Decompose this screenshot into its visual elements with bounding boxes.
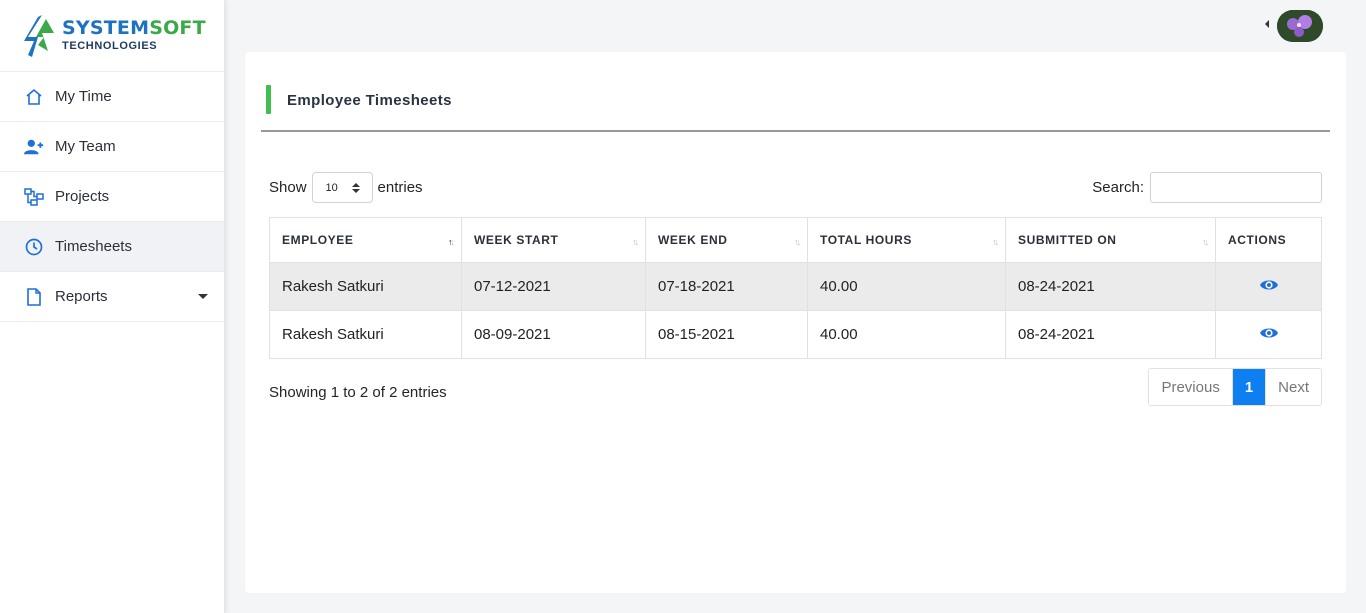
search-input[interactable]: [1150, 172, 1322, 203]
logo-bolt-icon: [24, 14, 54, 57]
caret-left-icon[interactable]: [1265, 20, 1269, 28]
clock-icon: [24, 237, 44, 257]
column-header-actions: ACTIONS: [1215, 217, 1322, 263]
timesheets-card: Employee Timesheets Show 10 entries Sear…: [245, 52, 1346, 593]
cell-actions: [1215, 310, 1322, 359]
chevron-down-icon[interactable]: [198, 294, 208, 299]
sidebar-item-label: Reports: [55, 288, 108, 305]
search-control: Search:: [1092, 172, 1322, 203]
card-header: Employee Timesheets: [261, 82, 1330, 132]
brand-subtitle: TECHNOLOGIES: [62, 40, 158, 52]
brand-name-part2: SOFT: [149, 17, 206, 39]
next-button[interactable]: Next: [1265, 369, 1321, 405]
sort-icon: ↑↓: [992, 237, 999, 247]
previous-button[interactable]: Previous: [1149, 369, 1232, 405]
brand-name-part1: SYSTEM: [62, 17, 150, 39]
cell-submitted-on: 08-24-2021: [1005, 262, 1216, 311]
sidebar: SYSTEMSOFT TECHNOLOGIES My Time My Team …: [0, 0, 225, 613]
table-header-row: EMPLOYEE ↑↓ WEEK START ↑↓ WEEK END ↑↓ TOTAL…: [269, 217, 1322, 263]
eye-icon[interactable]: [1259, 278, 1279, 292]
sort-icon: ↑↓: [1202, 237, 1209, 247]
home-icon: [24, 87, 44, 107]
page-length-control: Show 10 entries: [269, 172, 423, 203]
top-bar: [226, 0, 1366, 52]
cell-actions: [1215, 262, 1322, 311]
table-row: Rakesh Satkuri 08-09-2021 08-15-2021 40.…: [269, 310, 1322, 359]
cell-employee: Rakesh Satkuri: [269, 262, 462, 311]
column-header-week-start[interactable]: WEEK START ↑↓: [461, 217, 646, 263]
page-1-button[interactable]: 1: [1231, 369, 1266, 405]
user-avatar[interactable]: [1277, 10, 1323, 42]
sidebar-item-label: My Time: [55, 88, 112, 105]
column-header-submitted-on[interactable]: SUBMITTED ON ↑↓: [1005, 217, 1216, 263]
sidebar-item-label: Projects: [55, 188, 110, 205]
column-header-employee[interactable]: EMPLOYEE ↑↓: [269, 217, 462, 263]
sort-icon: ↑↓: [632, 237, 639, 247]
timesheets-table: EMPLOYEE ↑↓ WEEK START ↑↓ WEEK END ↑↓ TOTAL…: [269, 217, 1322, 359]
sidebar-item-label: Timesheets: [55, 238, 132, 255]
column-header-week-end[interactable]: WEEK END ↑↓: [645, 217, 808, 263]
page-title: Employee Timesheets: [287, 92, 452, 109]
pagination: Previous 1 Next: [1148, 368, 1322, 406]
table-info: Showing 1 to 2 of 2 entries: [269, 384, 447, 401]
sidebar-item-timesheets[interactable]: Timesheets: [0, 222, 224, 272]
cell-week-end: 08-15-2021: [645, 310, 808, 359]
sort-asc-icon: ↑↓: [448, 237, 455, 247]
search-label: Search:: [1092, 179, 1144, 196]
cell-submitted-on: 08-24-2021: [1005, 310, 1216, 359]
show-label: Show: [269, 179, 307, 196]
brand-logo[interactable]: SYSTEMSOFT TECHNOLOGIES: [0, 0, 224, 72]
cell-employee: Rakesh Satkuri: [269, 310, 462, 359]
entries-label: entries: [377, 179, 423, 196]
cell-week-start: 07-12-2021: [461, 262, 646, 311]
sitemap-icon: [24, 187, 44, 207]
sidebar-item-my-team[interactable]: My Team: [0, 122, 224, 172]
table-row: Rakesh Satkuri 07-12-2021 07-18-2021 40.…: [269, 262, 1322, 311]
sidebar-item-reports[interactable]: Reports: [0, 272, 224, 322]
user-plus-icon: [24, 137, 44, 157]
cell-week-start: 08-09-2021: [461, 310, 646, 359]
sort-icon: ↑↓: [794, 237, 801, 247]
file-icon: [24, 287, 44, 307]
eye-icon[interactable]: [1259, 326, 1279, 340]
title-accent-bar: [266, 85, 271, 114]
column-header-total-hours[interactable]: TOTAL HOURS ↑↓: [807, 217, 1006, 263]
sidebar-item-my-time[interactable]: My Time: [0, 72, 224, 122]
page-length-value: 10: [325, 181, 338, 194]
sidebar-item-label: My Team: [55, 138, 116, 155]
cell-total-hours: 40.00: [807, 310, 1006, 359]
sidebar-item-projects[interactable]: Projects: [0, 172, 224, 222]
page-length-select[interactable]: 10: [311, 172, 373, 203]
cell-total-hours: 40.00: [807, 262, 1006, 311]
select-arrows-icon: [351, 183, 360, 193]
cell-week-end: 07-18-2021: [645, 262, 808, 311]
